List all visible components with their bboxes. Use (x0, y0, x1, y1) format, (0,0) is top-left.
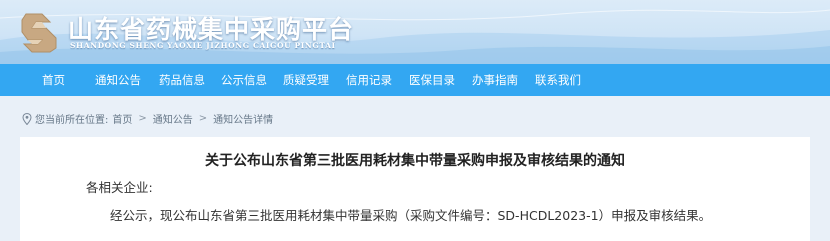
nav-item-notices[interactable]: 通知公告 (95, 64, 141, 96)
breadcrumb: 您当前所在位置: 首页 > 通知公告 > 通知公告详情 (22, 111, 273, 126)
nav-item-public-info[interactable]: 公示信息 (221, 64, 267, 96)
breadcrumb-separator: > (198, 113, 208, 124)
breadcrumb-home[interactable]: 首页 (112, 111, 132, 126)
nav-item-contact-us[interactable]: 联系我们 (535, 64, 581, 96)
breadcrumb-separator: > (138, 113, 147, 124)
location-pin-icon (22, 112, 32, 125)
breadcrumb-prefix: 您当前所在位置: (35, 115, 109, 126)
ss-logo-icon (21, 13, 57, 53)
nav-item-service-guide[interactable]: 办事指南 (472, 64, 518, 96)
nav-item-insurance-catalog[interactable]: 医保目录 (409, 64, 455, 96)
article-title: 关于公布山东省第三批医用耗材集中带量采购申报及审核结果的通知 (205, 153, 625, 169)
site-subtitle: SHANDONG SHENG YAOXIE JIZHONG CAIGOU PIN… (70, 41, 336, 50)
nav-item-drug-info[interactable]: 药品信息 (159, 64, 205, 96)
breadcrumb-notices[interactable]: 通知公告 (153, 111, 193, 126)
article-paragraph: 经公示，现公布山东省第三批医用耗材集中带量采购（采购文件编号：SD-HCDL20… (110, 208, 712, 223)
site-header: 山东省药械集中采购平台 SHANDONG SHENG YAOXIE JIZHON… (0, 0, 830, 64)
breadcrumb-current: 通知公告详情 (213, 115, 274, 126)
article-panel: 关于公布山东省第三批医用耗材集中带量采购申报及审核结果的通知 各相关企业: 经公… (20, 137, 810, 241)
nav-item-credit-records[interactable]: 信用记录 (346, 64, 392, 96)
nav-item-objections[interactable]: 质疑受理 (283, 64, 329, 96)
article-greeting: 各相关企业: (86, 180, 153, 195)
nav-item-home[interactable]: 首页 (42, 64, 65, 96)
main-nav: 首页 通知公告 药品信息 公示信息 质疑受理 信用记录 医保目录 办事指南 联系… (0, 64, 830, 96)
